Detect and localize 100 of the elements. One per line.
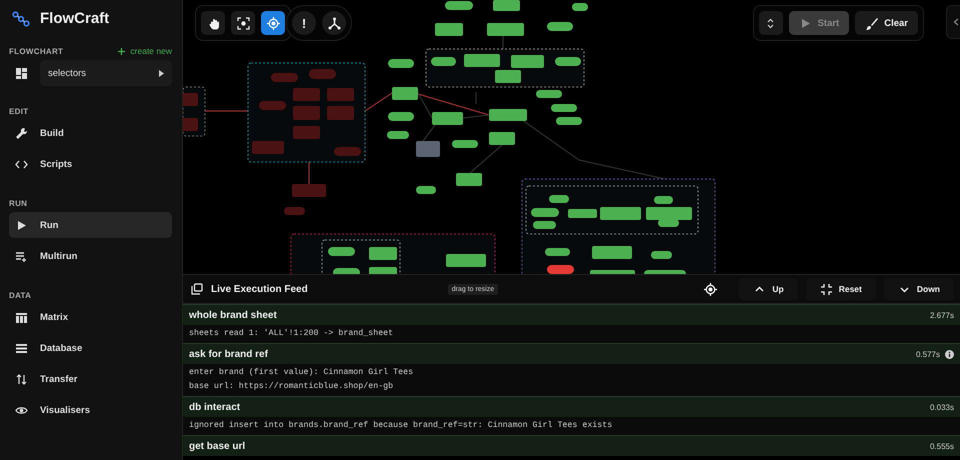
flowchart-selector[interactable]: selectors — [40, 60, 172, 86]
chevron-left-icon — [953, 18, 959, 26]
grid-icon — [15, 66, 28, 80]
flow-node[interactable] — [545, 248, 570, 256]
flow-node[interactable] — [435, 23, 463, 36]
fork-icon — [328, 16, 340, 30]
flow-node[interactable] — [388, 112, 414, 121]
flow-node[interactable] — [568, 209, 597, 218]
sidebar-item[interactable]: Matrix — [9, 304, 172, 330]
flow-node[interactable] — [292, 184, 326, 197]
flow-node[interactable] — [464, 54, 500, 67]
flow-node[interactable] — [549, 195, 569, 203]
list-icon — [15, 342, 28, 354]
entry-title: whole brand sheet — [189, 310, 277, 320]
flow-node[interactable] — [369, 267, 397, 274]
flow-node[interactable] — [309, 69, 336, 79]
sidebar-item[interactable]: Multirun — [9, 243, 172, 269]
wrench-icon — [15, 126, 28, 140]
feed-title: Live Execution Feed — [211, 284, 308, 294]
brush-icon — [865, 16, 878, 30]
flow-node[interactable] — [445, 1, 473, 10]
flow-node[interactable] — [489, 132, 515, 145]
flow-node[interactable] — [487, 23, 524, 36]
flow-node[interactable] — [646, 207, 692, 220]
tool-button[interactable] — [261, 11, 285, 35]
tool-button[interactable] — [322, 11, 346, 35]
sidebar-item[interactable]: Database — [9, 335, 172, 361]
flow-node[interactable] — [456, 173, 482, 186]
flow-node[interactable] — [547, 22, 573, 31]
flow-node[interactable] — [327, 106, 354, 120]
flow-node[interactable] — [590, 270, 635, 274]
flow-node[interactable] — [446, 254, 486, 267]
connector-line — [364, 92, 392, 112]
up-down-arrows-icon — [15, 372, 28, 386]
feed-button[interactable]: Up — [739, 278, 798, 300]
feed-button[interactable]: Reset — [806, 278, 876, 300]
flow-node[interactable] — [387, 131, 409, 139]
flow-node[interactable] — [334, 147, 361, 156]
section-title: EDIT — [9, 107, 28, 116]
flow-node[interactable] — [416, 186, 436, 194]
connector-line — [308, 162, 310, 184]
flow-node[interactable] — [392, 87, 418, 100]
flow-node[interactable] — [259, 101, 286, 110]
flow-node[interactable] — [432, 112, 463, 125]
flow-node[interactable] — [493, 0, 520, 11]
flow-node[interactable] — [284, 207, 305, 215]
clear-button[interactable]: Clear — [855, 11, 918, 35]
flow-node[interactable] — [252, 141, 284, 154]
flow-node[interactable] — [416, 141, 440, 157]
connector-line — [204, 110, 248, 112]
flow-node[interactable] — [293, 126, 320, 139]
flow-node[interactable] — [388, 59, 414, 68]
flow-node[interactable] — [533, 221, 556, 229]
sidebar-item[interactable]: Transfer — [9, 366, 172, 392]
feed-icon — [191, 283, 203, 295]
flow-node[interactable] — [531, 208, 559, 217]
expand-button[interactable] — [758, 11, 783, 35]
flow-node[interactable] — [658, 219, 679, 227]
sidebar-item[interactable]: Run — [9, 212, 172, 238]
flow-node[interactable] — [183, 93, 198, 106]
section-title: FLOWCHART — [9, 46, 64, 56]
feed-button[interactable]: Down — [884, 278, 954, 300]
connector-line — [470, 144, 502, 174]
entry-title: db interact — [189, 402, 240, 412]
flow-node[interactable] — [452, 140, 478, 148]
flow-node[interactable] — [333, 268, 360, 274]
flow-node[interactable] — [369, 247, 397, 260]
flow-node[interactable] — [495, 70, 521, 83]
flow-node[interactable] — [600, 207, 641, 220]
flow-node[interactable] — [654, 196, 673, 204]
flow-node[interactable] — [651, 251, 672, 259]
flow-node[interactable] — [547, 265, 574, 274]
collapse-button[interactable] — [946, 5, 960, 39]
flow-node[interactable] — [489, 109, 527, 121]
flow-node[interactable] — [551, 104, 577, 112]
create-new-link[interactable]: create new — [117, 46, 172, 56]
sidebar-item[interactable]: Build — [9, 120, 172, 146]
flow-node[interactable] — [327, 88, 354, 101]
alert-toggle[interactable]: ! — [292, 11, 316, 35]
flow-node[interactable] — [183, 118, 198, 131]
flow-node[interactable] — [644, 270, 686, 274]
flow-node[interactable] — [592, 246, 632, 259]
entry-duration: 2.677s — [930, 310, 954, 320]
log-line: ignored insert into brands.brand_ref because brand_ref=str: Cinnamon Girl Tees exists — [189, 420, 614, 432]
flow-node[interactable] — [556, 117, 582, 125]
flow-node[interactable] — [511, 55, 544, 68]
flow-node[interactable] — [572, 3, 588, 11]
flow-node[interactable] — [555, 57, 581, 66]
connector-line — [422, 124, 436, 142]
flow-node[interactable] — [536, 90, 562, 98]
tool-button[interactable] — [201, 11, 225, 35]
sidebar-item[interactable]: Scripts — [9, 151, 172, 177]
tool-button[interactable] — [231, 11, 255, 35]
log-line: enter brand (first value): Cinnamon Girl Tees — [189, 367, 414, 379]
flow-node[interactable] — [293, 88, 320, 101]
flow-node[interactable] — [271, 73, 298, 82]
flow-node[interactable] — [328, 247, 355, 256]
flow-node[interactable] — [431, 57, 456, 66]
sidebar-item[interactable]: Visualisers — [9, 397, 172, 423]
flow-node[interactable] — [293, 106, 320, 120]
